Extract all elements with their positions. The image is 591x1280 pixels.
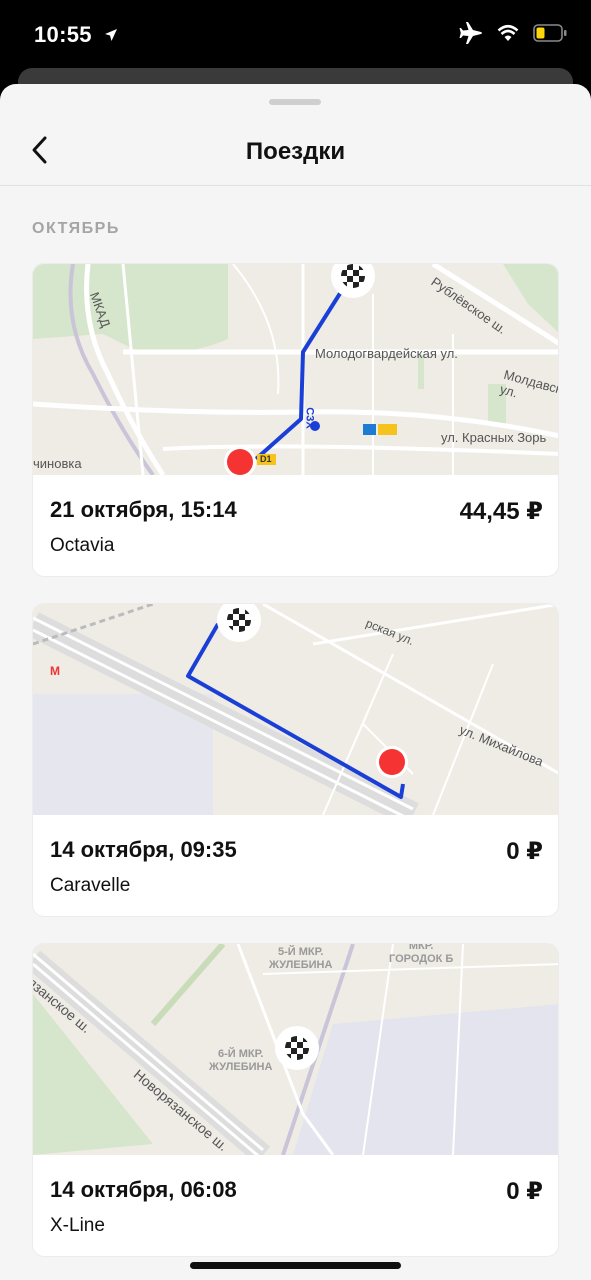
battery-icon [533,24,567,47]
trip-info: 21 октября, 15:14 44,45 ₽ Octavia [33,475,558,576]
map-label: ЖУЛЕБИНА [209,1061,273,1073]
trip-car: Caravelle [50,875,131,896]
trip-info: 14 октября, 09:35 0 ₽ Caravelle [33,815,558,916]
trip-date: 14 октября, 06:08 [50,1177,237,1202]
nav-bar: Поездки [0,114,591,186]
airplane-icon [459,22,483,49]
map-label: Молодогвардейская ул. [315,346,458,361]
map-label: чиновка [33,456,82,471]
trip-car: X-Line [50,1215,105,1236]
trip-price: 44,45 ₽ [459,498,543,525]
map-label: С3Х [303,407,316,429]
trip-map: МКАД Молодогвардейская ул. ул. Красных З… [33,264,558,478]
map-label: 5-Й МКР. ЖУЛЕБИНА [269,946,332,972]
page-title: Поездки [245,138,346,165]
trip-info: 14 октября, 06:08 0 ₽ X-Line [33,1155,558,1256]
metro-icon: M [50,664,60,678]
trip-car: Octavia [50,535,115,556]
status-bar: 10:55 [0,0,591,70]
status-icons [459,22,567,49]
trip-card[interactable]: 5-Й МКР. ЖУЛЕБИНА 6-Й МКР. ЖУЛЕБИНА МКР.… [32,943,559,1257]
month-section-label: ОКТЯБРЬ [32,220,120,237]
trip-price: 0 ₽ [506,1178,543,1205]
status-time: 10:55 [34,22,118,48]
home-indicator[interactable] [190,1262,401,1269]
sheet-grabber[interactable] [269,99,321,105]
location-arrow-icon [104,22,118,48]
map-label: 6-Й МКР. [218,1048,264,1060]
map-label: МКР. [408,943,434,952]
map-badge: D1 [260,454,272,464]
trip-date: 21 октября, 15:14 [50,497,237,522]
trips-sheet: Поездки ОКТЯБРЬ МКАД Молодогвардейская у… [0,84,591,1280]
map-label: ГОРОДОК Б [389,953,454,965]
wifi-icon [497,24,519,47]
trip-map: ул. Михайлова рская ул. M [33,604,558,827]
map-label: ЖУЛЕБИНА [269,959,333,971]
trip-card[interactable]: ул. Михайлова рская ул. M 14 октября, 09… [32,603,559,917]
trip-date: 14 октября, 09:35 [50,837,237,862]
status-time-text: 10:55 [34,22,92,47]
map-label: 5-Й МКР. [278,946,324,958]
map-label: МКР. ГОРОДОК Б [389,943,454,966]
map-label: ул. Красных Зорь [441,430,547,445]
trip-price: 0 ₽ [506,838,543,865]
map-label: 6-Й МКР. ЖУЛЕБИНА [209,1048,272,1074]
trip-map: 5-Й МКР. ЖУЛЕБИНА 6-Й МКР. ЖУЛЕБИНА МКР.… [33,943,558,1164]
trip-card[interactable]: МКАД Молодогвардейская ул. ул. Красных З… [32,263,559,577]
